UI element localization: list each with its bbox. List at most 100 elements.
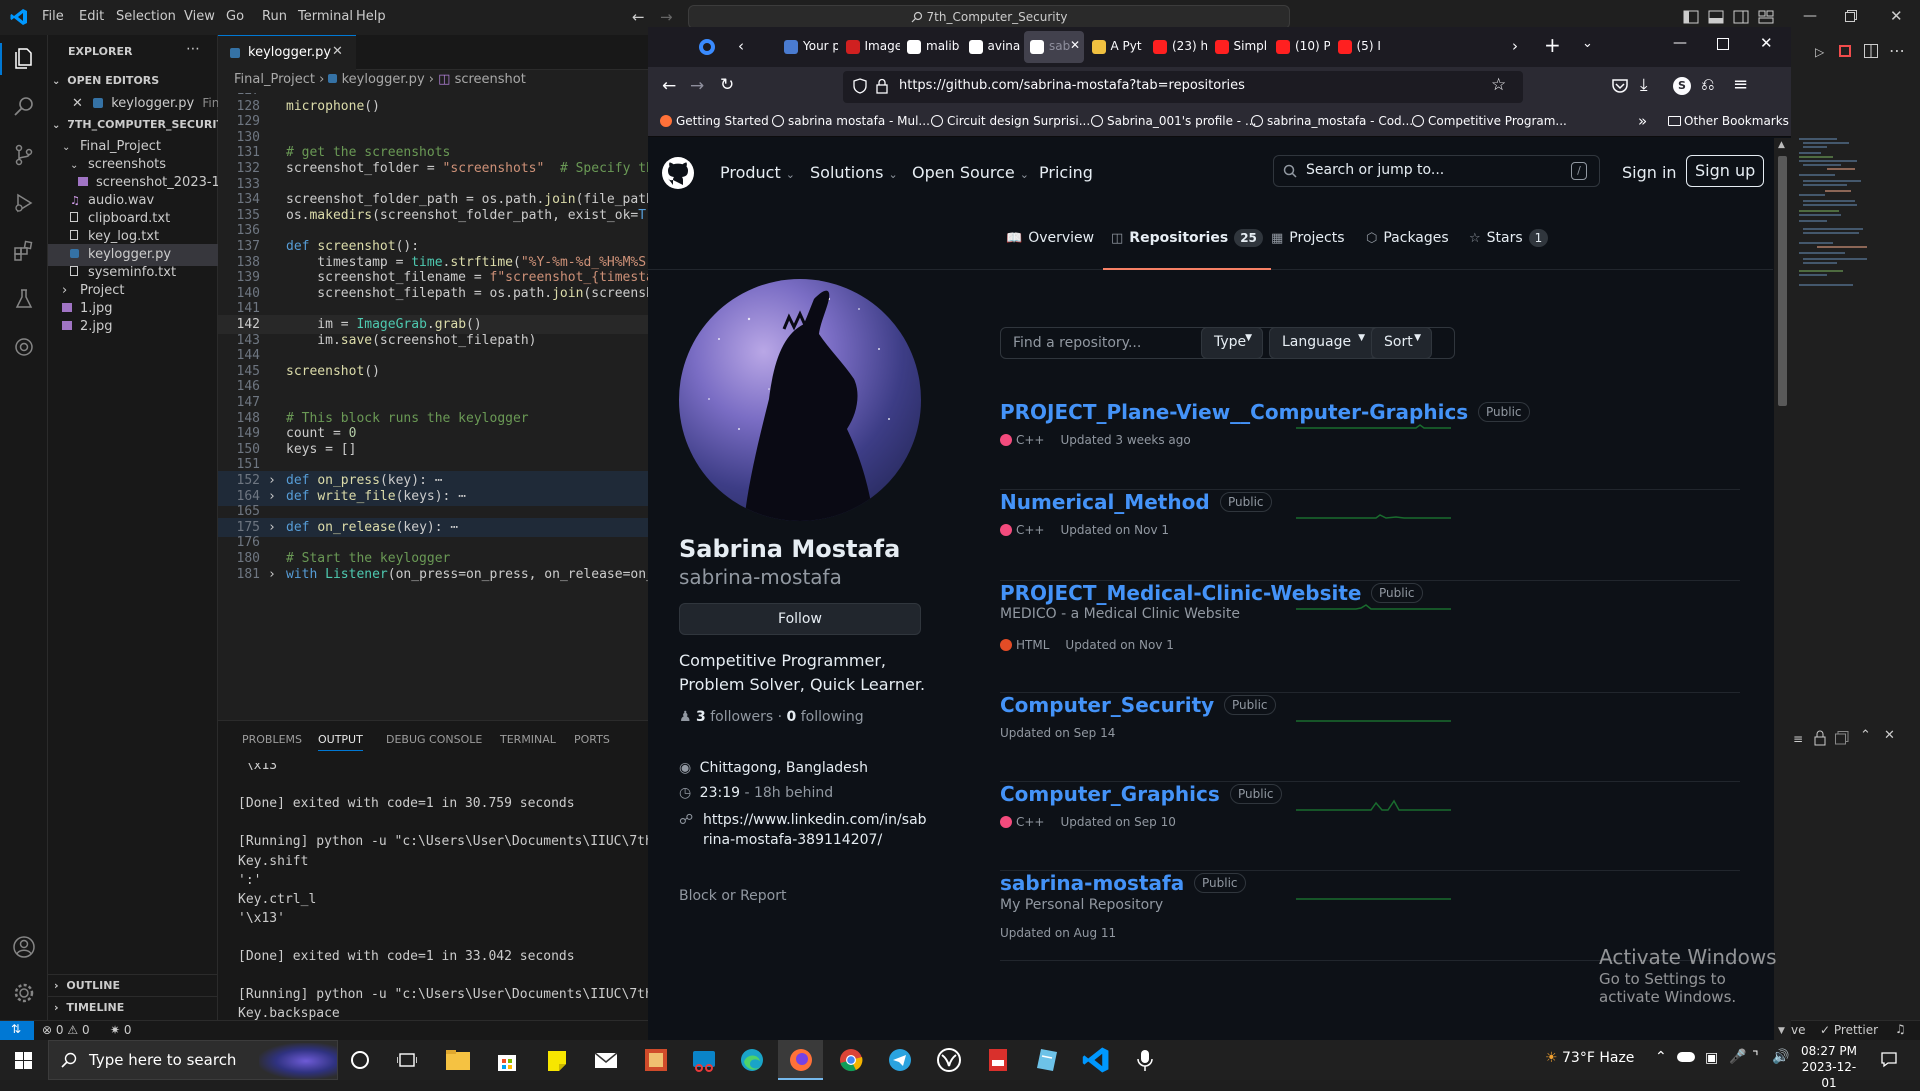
layout-panel-icon[interactable] [1708,9,1724,25]
scroll-thumb[interactable] [1778,156,1787,406]
file-explorer-icon[interactable] [444,1046,472,1074]
search-icon[interactable] [12,95,36,119]
settings-gear-icon[interactable] [12,981,36,1005]
profile-tab-packages[interactable]: ⬡ Packages [1358,218,1457,270]
browser-tab[interactable]: Image [840,31,900,63]
profile-tab-projects[interactable]: ▦ Projects [1263,218,1353,270]
bookmark-item[interactable]: Competitive Program... [1412,114,1567,128]
github-nav-open-source[interactable]: Open Source ⌄ [912,163,1029,182]
problems-status[interactable]: ⊗ 0 ⚠ 0 [42,1023,90,1037]
run-debug-icon[interactable] [12,191,36,215]
scroll-down-icon[interactable]: ▼ [1778,1026,1785,1036]
profile-tab-stars[interactable]: ☆ Stars 1 [1461,218,1556,270]
clear-output-icon[interactable]: ≡ [1793,732,1803,746]
tabs-scroll-left-icon[interactable]: ‹ [738,37,744,55]
tabs-scroll-right-icon[interactable]: › [1512,37,1518,55]
outline-header[interactable]: › OUTLINE [48,974,218,996]
xbox-icon[interactable] [935,1046,963,1074]
explorer-icon[interactable] [12,46,36,70]
tab-keylogger[interactable]: keylogger.py ✕ [218,35,356,70]
filter-language-button[interactable]: Language ▼ [1269,327,1376,359]
block-report-link[interactable]: Block or Report [679,888,787,904]
menu-item-view[interactable]: View [184,9,215,24]
bookmark-item[interactable]: Getting Started [660,114,769,128]
panel-tab-terminal[interactable]: TERMINAL [500,733,556,746]
bookmark-item[interactable]: sabrina mostafa - Mul... [772,114,930,128]
command-center[interactable]: 7th_Computer_Security [688,5,1290,29]
workspace-header[interactable]: ⌄ 7TH_COMPUTER_SECURITY [48,114,218,136]
edge-icon[interactable] [738,1046,766,1074]
fold-chevron-icon[interactable]: › [268,565,276,584]
browser-tab[interactable]: malib [901,31,961,63]
weather-widget[interactable]: ☀ 73°F Haze [1545,1050,1634,1066]
restore-icon[interactable] [1845,10,1857,22]
profile-avatar[interactable] [679,279,921,521]
panel-tab-debug-console[interactable]: DEBUG CONSOLE [386,733,482,746]
back-arrow-icon[interactable]: ← [632,8,645,26]
forward-arrow-icon[interactable]: → [660,8,673,26]
page-scrollbar[interactable]: ▲ ▼ [1774,138,1791,1040]
ports-status[interactable]: ✷ 0 [110,1023,132,1037]
file-tree-item[interactable]: 2.jpg [48,316,218,338]
github-search-input[interactable]: Search or jump to... / [1273,155,1600,187]
bookmarks-overflow-icon[interactable]: » [1638,112,1647,130]
firefox-icon[interactable] [787,1046,815,1074]
browser-tab[interactable]: A Pyt [1086,31,1146,63]
menu-hamburger-icon[interactable]: ≡ [1733,74,1748,95]
github-nav-product[interactable]: Product ⌄ [720,163,795,182]
reload-icon[interactable]: ↻ [720,75,734,95]
profile-tab-overview[interactable]: 📖 Overview [998,218,1102,270]
menu-item-run[interactable]: Run [262,9,287,24]
close-icon[interactable]: ✕ [72,96,83,111]
repo-name-link[interactable]: sabrina-mostafa [1000,871,1184,895]
run-icon[interactable]: ▷ [1815,45,1824,59]
remote-button[interactable]: ⇅ [0,1021,34,1041]
browser-tab[interactable]: sab ✕ [1024,31,1084,63]
close-window-icon[interactable]: ✕ [1760,34,1773,52]
source-control-icon[interactable] [12,143,36,167]
status-partial[interactable]: ve [1791,1023,1805,1037]
close-tab-icon[interactable]: ✕ [1070,38,1080,52]
extensions-icon[interactable] [12,239,36,263]
testing-icon[interactable] [12,287,36,311]
repo-name-link[interactable]: Numerical_Method [1000,490,1210,514]
menu-item-help[interactable]: Help [356,9,386,24]
panel-tab-problems[interactable]: PROBLEMS [242,733,302,746]
microsoft-store-icon[interactable] [493,1046,521,1074]
layout-sidebar-icon[interactable] [1683,9,1699,25]
layout-secondary-icon[interactable] [1733,9,1749,25]
downloads-icon[interactable]: ⤓ [1640,75,1648,95]
timeline-header[interactable]: › TIMELINE [48,996,218,1018]
repo-name-link[interactable]: Computer_Security [1000,693,1214,717]
paint-icon[interactable] [642,1046,670,1074]
linkedin-link[interactable]: https://www.linkedin.com/in/sabrina-most… [703,810,929,850]
snipping-tool-icon[interactable] [690,1046,718,1074]
close-window-icon[interactable]: ✕ [1890,7,1903,25]
sign-in-link[interactable]: Sign in [1622,163,1677,182]
scroll-up-icon[interactable]: ▲ [1778,140,1785,150]
breadcrumb-item[interactable]: screenshot [455,72,526,87]
maximize-panel-icon[interactable]: ⌃ [1860,728,1871,743]
network-icon[interactable]: ⌝ [1752,1049,1759,1065]
browser-tab[interactable]: (23) h [1147,31,1207,63]
cortana-icon[interactable] [351,1051,369,1069]
back-icon[interactable]: ← [662,76,676,96]
following-link[interactable]: 0 following [787,709,864,725]
repo-name-link[interactable]: Computer_Graphics [1000,782,1220,806]
sticky-notes-icon[interactable] [543,1046,571,1074]
account-avatar-icon[interactable]: S [1673,77,1691,95]
filter-sort-button[interactable]: Sort ▼ [1371,327,1432,359]
customize-layout-icon[interactable] [1758,9,1774,25]
telegram-icon[interactable] [886,1046,914,1074]
bookmark-item[interactable]: Sabrina_001's profile - ... [1091,114,1256,128]
menu-item-file[interactable]: File [42,9,64,24]
github-nav-solutions[interactable]: Solutions ⌄ [810,163,898,182]
followers-link[interactable]: 3 followers [696,709,773,725]
lock-icon[interactable] [1813,730,1827,746]
bookmark-item[interactable]: Circuit design Surprisi... [931,114,1090,128]
microphone-icon[interactable]: 🎤 [1729,1049,1746,1065]
browser-tab[interactable]: (10) P [1270,31,1330,63]
more-actions-icon[interactable]: ⋯ [186,41,200,57]
more-actions-icon[interactable]: ⋯ [1889,41,1905,60]
list-all-tabs-icon[interactable]: ⌄ [1582,36,1593,51]
